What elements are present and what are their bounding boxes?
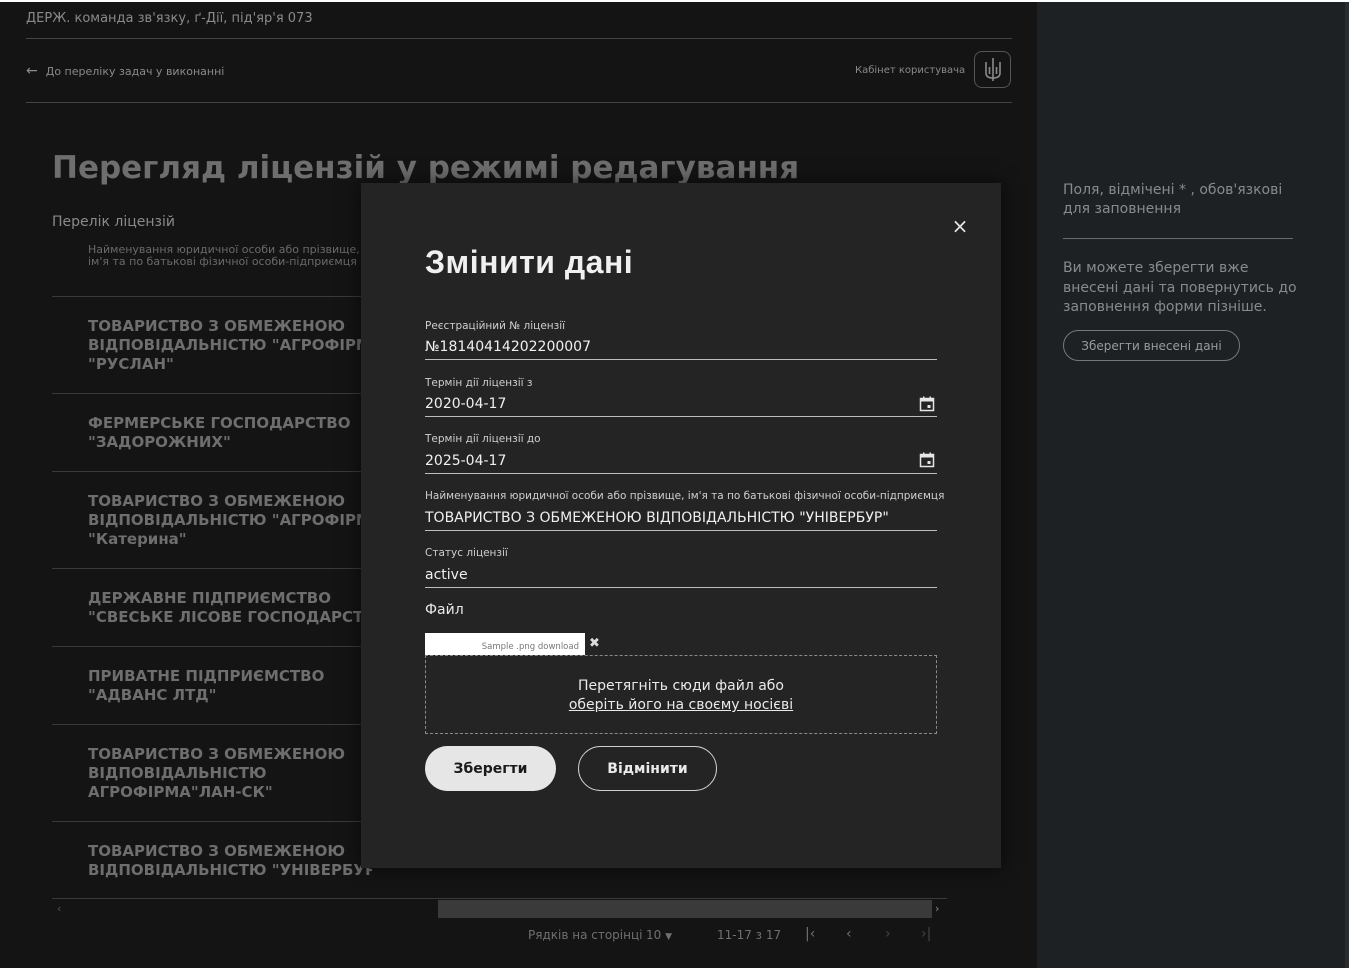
list-item-line: АГРОФІРМА"ЛАН-СК"	[88, 783, 273, 801]
list-item[interactable]: ТОВАРИСТВО З ОБМЕЖЕНОЮ ВІДПОВІДАЛЬНІСТЮ АГ…	[52, 724, 372, 821]
reg-number-underline	[425, 359, 937, 360]
list-item-line: ДЕРЖАВНЕ ПІДПРИЄМСТВО	[88, 589, 331, 607]
status-underline	[425, 587, 937, 588]
list-item-line: ВІДПОВІДАЛЬНІСТЮ "АГРОФІРМА	[88, 511, 372, 529]
close-icon[interactable]: ×	[951, 216, 969, 236]
cancel-button[interactable]: Відмінити	[578, 746, 717, 791]
remove-file-icon[interactable]: ✖	[589, 636, 600, 651]
last-page-icon[interactable]: ›|	[921, 926, 931, 942]
page-title: Перегляд ліцензій у режимі редагування	[52, 150, 800, 186]
valid-from-underline	[425, 416, 937, 417]
modal-title: Змінити дані	[425, 244, 634, 280]
scroll-left-icon[interactable]: ‹	[57, 902, 61, 915]
valid-from-label: Термін дії ліцензії з	[425, 377, 533, 389]
list-item[interactable]: ДЕРЖАВНЕ ПІДПРИЄМСТВО "СВЕСЬКЕ ЛІСОВЕ ГОС…	[52, 568, 372, 646]
list-item-line: ТОВАРИСТВО З ОБМЕЖЕНОЮ	[88, 317, 345, 335]
list-item-line: "АДВАНС ЛТД"	[88, 686, 217, 704]
list-item[interactable]: ТОВАРИСТВО З ОБМЕЖЕНОЮ ВІДПОВІДАЛЬНІСТЮ "…	[52, 296, 372, 393]
save-button[interactable]: Зберегти	[425, 746, 556, 791]
list-item[interactable]: ФЕРМЕРСЬКЕ ГОСПОДАРСТВО "ЗАДОРОЖНИХ"	[52, 393, 372, 471]
list-item-line: "ЗАДОРОЖНИХ"	[88, 433, 231, 451]
license-list: ТОВАРИСТВО З ОБМЕЖЕНОЮ ВІДПОВІДАЛЬНІСТЮ "…	[52, 296, 372, 899]
divider	[26, 38, 1012, 39]
reg-number-input[interactable]: №18140414202200007	[425, 339, 591, 355]
list-item-line: ТОВАРИСТВО З ОБМЕЖЕНОЮ	[88, 492, 345, 510]
valid-from-input[interactable]: 2020-04-17	[425, 396, 506, 412]
right-panel-edge	[1345, 2, 1349, 968]
arrow-left-icon: ←	[26, 63, 38, 79]
next-page-icon[interactable]: ›	[885, 926, 891, 942]
org-name: ДЕРЖ. команда зв'язку, ґ-Дії, під'яр'я 0…	[26, 11, 313, 26]
list-item-line: ВІДПОВІДАЛЬНІСТЮ "АГРОФІРМА	[88, 336, 372, 354]
first-page-icon[interactable]: |‹	[805, 926, 815, 942]
reg-number-label: Реєстраційний № ліцензії	[425, 320, 566, 332]
required-fields-note: Поля, відмічені * , обов'язкові для запо…	[1063, 182, 1283, 217]
org-name-input[interactable]: ТОВАРИСТВО З ОБМЕЖЕНОЮ ВІДПОВІДАЛЬНІСТЮ …	[425, 510, 889, 526]
list-item[interactable]: ТОВАРИСТВО З ОБМЕЖЕНОЮ ВІДПОВІДАЛЬНІСТЮ "…	[52, 821, 372, 899]
file-label: Файл	[425, 602, 464, 618]
trident-emblem-icon[interactable]	[974, 51, 1011, 88]
right-panel	[1037, 2, 1349, 968]
divider	[26, 102, 1012, 103]
status-label: Статус ліцензії	[425, 547, 508, 559]
rows-per-page-select[interactable]: 10 ▼	[646, 928, 672, 942]
rows-per-page-label: Рядків на сторінці	[528, 928, 643, 942]
scroll-right-icon[interactable]: ›	[935, 902, 939, 915]
dropzone-text: Перетягніть сюди файл або оберіть його н…	[425, 677, 937, 715]
list-item-line: "Катерина"	[88, 530, 187, 548]
scrollbar-thumb[interactable]	[438, 900, 932, 918]
choose-file-link[interactable]: оберіть його на своєму носієві	[425, 696, 937, 715]
list-item-line: ВІДПОВІДАЛЬНІСТЮ	[88, 764, 267, 782]
list-item-line: ТОВАРИСТВО З ОБМЕЖЕНОЮ	[88, 745, 345, 763]
rows-per-page-value: 10	[646, 928, 662, 942]
calendar-icon[interactable]	[919, 452, 935, 468]
list-item-line: "СВЕСЬКЕ ЛІСОВЕ ГОСПОДАРСТВО	[88, 608, 372, 626]
list-item-line: "РУСЛАН"	[88, 355, 174, 373]
pagination-range: 11-17 з 17	[717, 928, 782, 942]
table-bottom-divider	[52, 898, 947, 899]
list-item[interactable]: ПРИВАТНЕ ПІДПРИЄМСТВО "АДВАНС ЛТД"	[52, 646, 372, 724]
list-item-line: ТОВАРИСТВО З ОБМЕЖЕНОЮ	[88, 842, 345, 860]
column-header: Найменування юридичної особи або прізвищ…	[88, 243, 360, 268]
list-item-line: ПРИВАТНЕ ПІДПРИЄМСТВО	[88, 667, 325, 685]
org-name-label: Найменування юридичної особи або прізвищ…	[425, 490, 945, 502]
save-later-note: Ви можете зберегти вже внесені дані та п…	[1063, 260, 1297, 315]
divider	[1063, 238, 1293, 239]
save-draft-button[interactable]: Зберегти внесені дані	[1063, 330, 1240, 361]
attached-file-chip[interactable]: Sample .png download	[425, 633, 585, 655]
org-name-underline	[425, 530, 937, 531]
list-item-line: ВІДПОВІДАЛЬНІСТЮ "УНІВЕРБУР"	[88, 861, 372, 879]
back-link-label: До переліку задач у виконанні	[45, 64, 225, 78]
back-link[interactable]: ← До переліку задач у виконанні	[26, 63, 224, 79]
list-item-line: ФЕРМЕРСЬКЕ ГОСПОДАРСТВО	[88, 414, 351, 432]
previous-page-icon[interactable]: ‹	[846, 926, 852, 942]
trident-icon	[984, 57, 1001, 81]
list-title: Перелік ліцензій	[52, 214, 175, 230]
calendar-icon[interactable]	[919, 396, 935, 412]
valid-to-label: Термін дії ліцензії до	[425, 433, 541, 445]
status-input[interactable]: active	[425, 567, 468, 583]
dropdown-arrow-icon: ▼	[665, 932, 673, 942]
valid-to-input[interactable]: 2025-04-17	[425, 453, 506, 469]
list-item[interactable]: ТОВАРИСТВО З ОБМЕЖЕНОЮ ВІДПОВІДАЛЬНІСТЮ "…	[52, 471, 372, 568]
user-cabinet-link[interactable]: Кабінет користувача	[855, 65, 965, 76]
valid-to-underline	[425, 473, 937, 474]
dropzone-instruction: Перетягніть сюди файл або	[577, 678, 784, 694]
